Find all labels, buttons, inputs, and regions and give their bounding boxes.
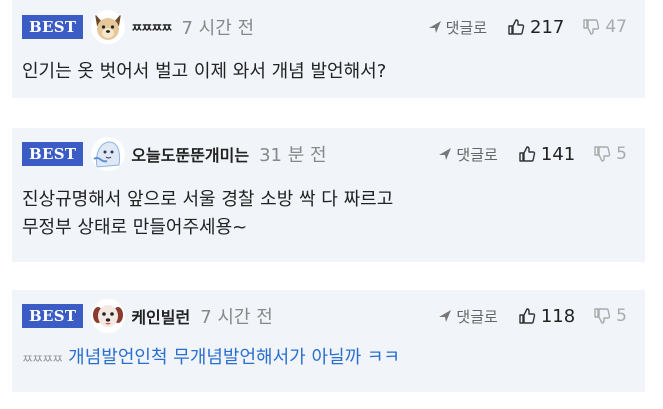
- send-arrow-icon: [439, 148, 452, 160]
- comment-actions: 댓글로 141 5: [438, 128, 627, 180]
- dislike-count: 5: [616, 306, 627, 326]
- comment-item: BEST 케인빌런 7 시간 전 댓글로 118 5 ㅉㅉㅉㅉ 개념발언인척 무…: [12, 290, 645, 392]
- thumbs-down-icon: [583, 19, 600, 35]
- like-count: 118: [540, 305, 576, 327]
- timestamp: 7 시간 전: [200, 307, 273, 328]
- comment-actions: 댓글로 118 5: [438, 290, 627, 342]
- thumbs-up-icon: [519, 308, 536, 324]
- dislike-button[interactable]: 47: [582, 17, 627, 37]
- comment-text: 진상규명해서 앞으로 서울 경찰 소방 싹 다 짜르고 무정부 상태로 만들어주…: [22, 180, 635, 242]
- ghost-avatar-icon[interactable]: [91, 137, 126, 171]
- reply-label: 댓글로: [456, 307, 498, 326]
- best-badge: BEST: [22, 15, 84, 39]
- like-button[interactable]: 141: [518, 144, 575, 165]
- comment-list: BEST ㅉㅉㅉㅉ 7 시간 전 댓글로 217 47 인기는 옷 벗어서 벌고…: [0, 0, 663, 409]
- reply-label: 댓글로: [445, 18, 487, 37]
- mention-tag[interactable]: ㅉㅉㅉㅉ: [22, 352, 63, 366]
- like-count: 141: [540, 143, 576, 165]
- like-button[interactable]: 118: [518, 306, 575, 327]
- nickname[interactable]: ㅉㅉㅉㅉ: [131, 19, 172, 36]
- comment-header: BEST 오늘도뚠뚠개미는 31 분 전 댓글로 141 5: [22, 128, 635, 180]
- thumbs-up-icon: [508, 19, 525, 35]
- thumbs-down-icon: [594, 308, 611, 324]
- reply-button[interactable]: 댓글로: [438, 144, 498, 165]
- comment-text: 인기는 옷 벗어서 벌고 이제 와서 개념 발언해서?: [22, 54, 635, 86]
- nickname[interactable]: 케인빌런: [131, 304, 190, 328]
- comment-header: BEST ㅉㅉㅉㅉ 7 시간 전 댓글로 217 47: [22, 0, 635, 54]
- reply-button[interactable]: 댓글로: [428, 17, 487, 38]
- like-button[interactable]: 217: [507, 17, 564, 38]
- dislike-count: 47: [605, 17, 627, 37]
- reply-button[interactable]: 댓글로: [438, 306, 498, 327]
- nickname[interactable]: 오늘도뚠뚠개미는: [131, 142, 249, 166]
- thumbs-down-icon: [594, 146, 611, 162]
- dislike-button[interactable]: 5: [593, 144, 627, 164]
- timestamp: 7 시간 전: [181, 18, 255, 39]
- comment-line: 인기는 옷 벗어서 벌고 이제 와서 개념 발언해서?: [22, 61, 387, 82]
- best-badge: BEST: [22, 142, 84, 166]
- comment-line: 무정부 상태로 만들어주세용~: [22, 217, 248, 238]
- send-arrow-icon: [428, 21, 441, 33]
- dislike-button[interactable]: 5: [593, 306, 627, 326]
- comment-line: 개념발언인척 무개념발언해서가 아닐까 ㅋㅋ: [68, 347, 400, 368]
- comment-header: BEST 케인빌런 7 시간 전 댓글로 118 5: [22, 290, 635, 342]
- puppy-avatar-icon[interactable]: [91, 299, 126, 333]
- timestamp: 31 분 전: [259, 145, 327, 166]
- dislike-count: 5: [616, 144, 627, 164]
- reply-label: 댓글로: [456, 145, 498, 164]
- best-badge: BEST: [22, 304, 84, 328]
- dog-avatar-icon[interactable]: [91, 10, 126, 44]
- like-count: 217: [530, 16, 565, 38]
- comment-line: 진상규명해서 앞으로 서울 경찰 소방 싹 다 짜르고: [22, 189, 394, 210]
- comment-text: ㅉㅉㅉㅉ 개념발언인척 무개념발언해서가 아닐까 ㅋㅋ: [22, 342, 635, 373]
- comment-actions: 댓글로 217 47: [428, 0, 627, 54]
- thumbs-up-icon: [519, 146, 536, 162]
- comment-item: BEST ㅉㅉㅉㅉ 7 시간 전 댓글로 217 47 인기는 옷 벗어서 벌고…: [12, 0, 645, 98]
- comment-item: BEST 오늘도뚠뚠개미는 31 분 전 댓글로 141 5 진상규명해서 앞으…: [12, 128, 645, 262]
- send-arrow-icon: [439, 310, 452, 322]
